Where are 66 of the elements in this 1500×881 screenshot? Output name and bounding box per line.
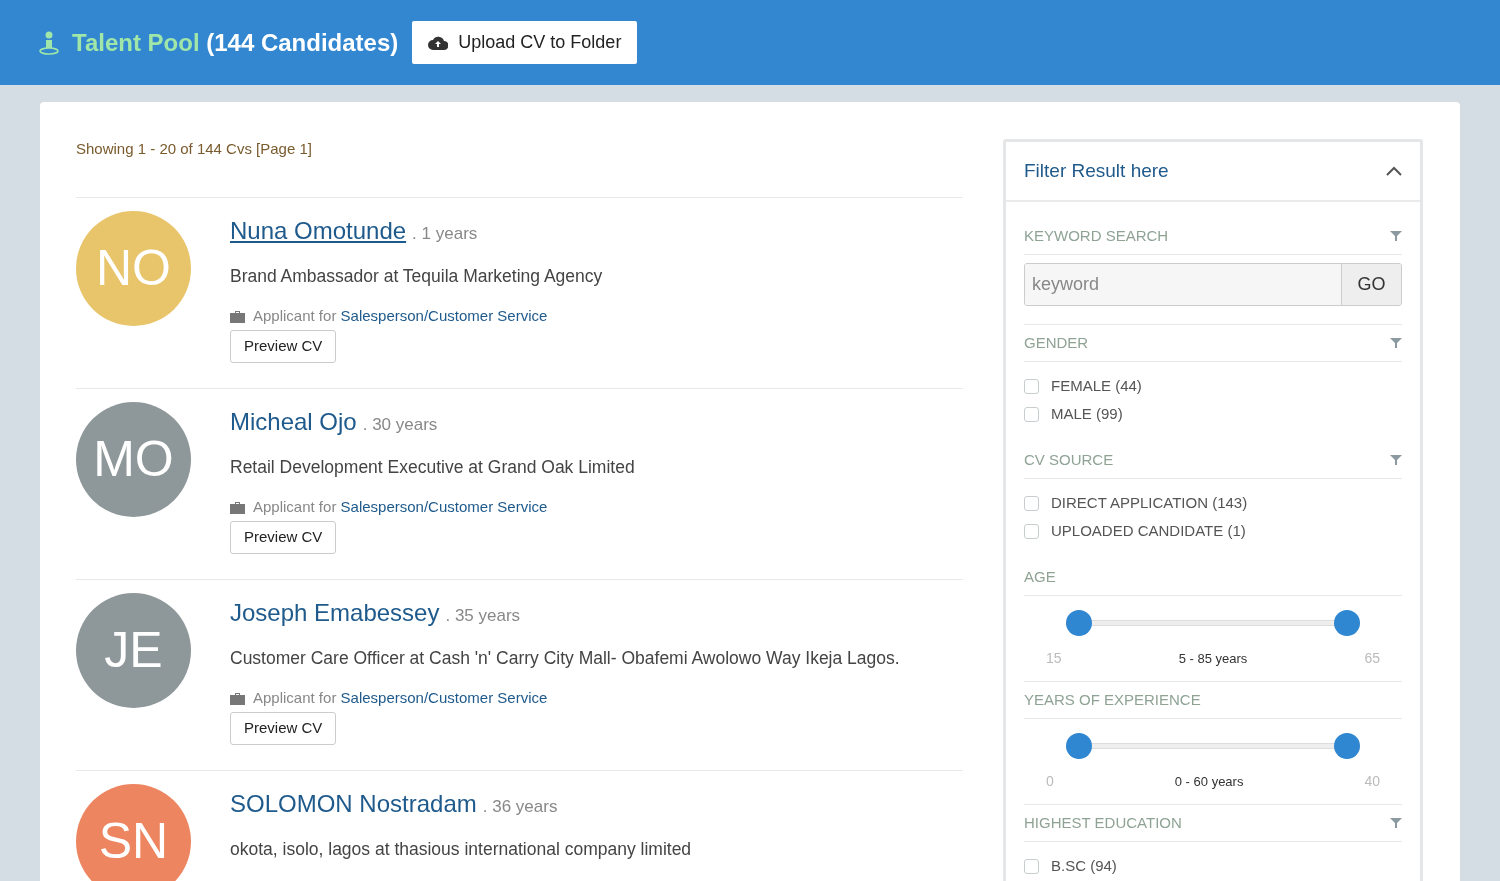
preview-cv-button[interactable]: Preview CV <box>230 520 337 554</box>
checkbox[interactable] <box>1024 523 1039 539</box>
briefcase-icon <box>230 310 245 323</box>
avatar-initials: MO <box>93 430 174 489</box>
filter-icon[interactable] <box>1390 230 1402 242</box>
filter-icon[interactable] <box>1390 454 1402 466</box>
cloud-upload-icon <box>428 35 449 50</box>
range-min: 0 <box>1046 772 1054 791</box>
preview-cv-button[interactable]: Preview CV <box>230 711 337 745</box>
range-reading: 0 - 60 years <box>1174 772 1244 791</box>
candidate-name[interactable]: Nuna Omotunde <box>230 213 407 249</box>
avatar-initials: NO <box>96 239 171 298</box>
experience: . 30 years <box>362 414 438 436</box>
candidate-count: (144 Candidates) <box>206 28 399 56</box>
job-link[interactable]: Salesperson/Customer Service <box>340 689 548 707</box>
briefcase-icon <box>230 692 245 705</box>
headline: Retail Development Executive at Grand Oak Limited <box>230 456 635 479</box>
job-link[interactable]: Salesperson/Customer Service <box>340 498 548 516</box>
preview-cv-button[interactable]: Preview CV <box>230 329 337 363</box>
checkbox[interactable] <box>1024 406 1039 422</box>
person-icon <box>38 30 60 55</box>
slider-handle[interactable] <box>1065 610 1092 636</box>
briefcase-icon <box>230 501 245 514</box>
avatar-initials: SN <box>98 812 169 871</box>
section-title: GENDER <box>1024 332 1089 353</box>
headline: Customer Care Officer at Cash 'n' Carry City Mall- Obafemi Awolowo Way Ikeja Lagos. <box>230 647 900 670</box>
page-title: Talent Pool <box>72 28 200 56</box>
section-title: YEARS OF EXPERIENCE <box>1024 689 1201 710</box>
headline: Brand Ambassador at Tequila Marketing Agency <box>230 265 603 288</box>
avatar-initials: JE <box>104 621 163 680</box>
results-summary: Showing 1 - 20 of 144 Cvs [Page 1] <box>76 139 313 159</box>
option-label: UPLOADED CANDIDATE (1) <box>1051 520 1246 541</box>
slider-handle[interactable] <box>1065 733 1092 759</box>
checkbox[interactable] <box>1024 495 1039 511</box>
experience: . 1 years <box>412 223 478 245</box>
section-title: AGE <box>1024 566 1056 587</box>
range-reading: 5 - 85 years <box>1178 649 1248 668</box>
range-max: 40 <box>1364 772 1380 791</box>
upload-cv-button[interactable]: Upload CV to Folder <box>412 21 638 64</box>
section-title: HIGHEST EDUCATION <box>1024 812 1182 833</box>
applicant-label: Applicant for <box>253 689 337 707</box>
option-label: B.SC (94) <box>1051 855 1117 876</box>
applicant-label: Applicant for <box>253 307 337 325</box>
candidate-name[interactable]: Joseph Emabessey <box>230 595 440 631</box>
candidate-name[interactable]: SOLOMON Nostradam <box>230 786 477 822</box>
filter-icon[interactable] <box>1390 337 1402 349</box>
checkbox[interactable] <box>1024 378 1039 394</box>
slider-handle[interactable] <box>1334 733 1361 759</box>
checkbox[interactable] <box>1024 858 1039 874</box>
option-label: DIRECT APPLICATION (143) <box>1051 492 1248 513</box>
experience: . 35 years <box>445 605 521 627</box>
experience: . 36 years <box>482 796 558 818</box>
range-max: 65 <box>1364 649 1380 668</box>
collapse-icon[interactable] <box>1386 166 1402 176</box>
filter-title: Filter Result here <box>1024 158 1169 183</box>
option-label: FEMALE (44) <box>1051 375 1142 396</box>
headline: okota, isolo, lagos at thasious international company limited <box>230 838 692 861</box>
section-title: CV SOURCE <box>1024 449 1114 470</box>
job-link[interactable]: Salesperson/Customer Service <box>340 307 548 325</box>
option-label: MALE (99) <box>1051 403 1123 424</box>
range-min: 15 <box>1046 649 1062 668</box>
section-title: KEYWORD SEARCH <box>1024 225 1169 246</box>
filter-icon[interactable] <box>1390 817 1402 829</box>
slider-handle[interactable] <box>1334 610 1361 636</box>
candidate-name[interactable]: Micheal Ojo <box>230 404 357 440</box>
applicant-label: Applicant for <box>253 498 337 516</box>
